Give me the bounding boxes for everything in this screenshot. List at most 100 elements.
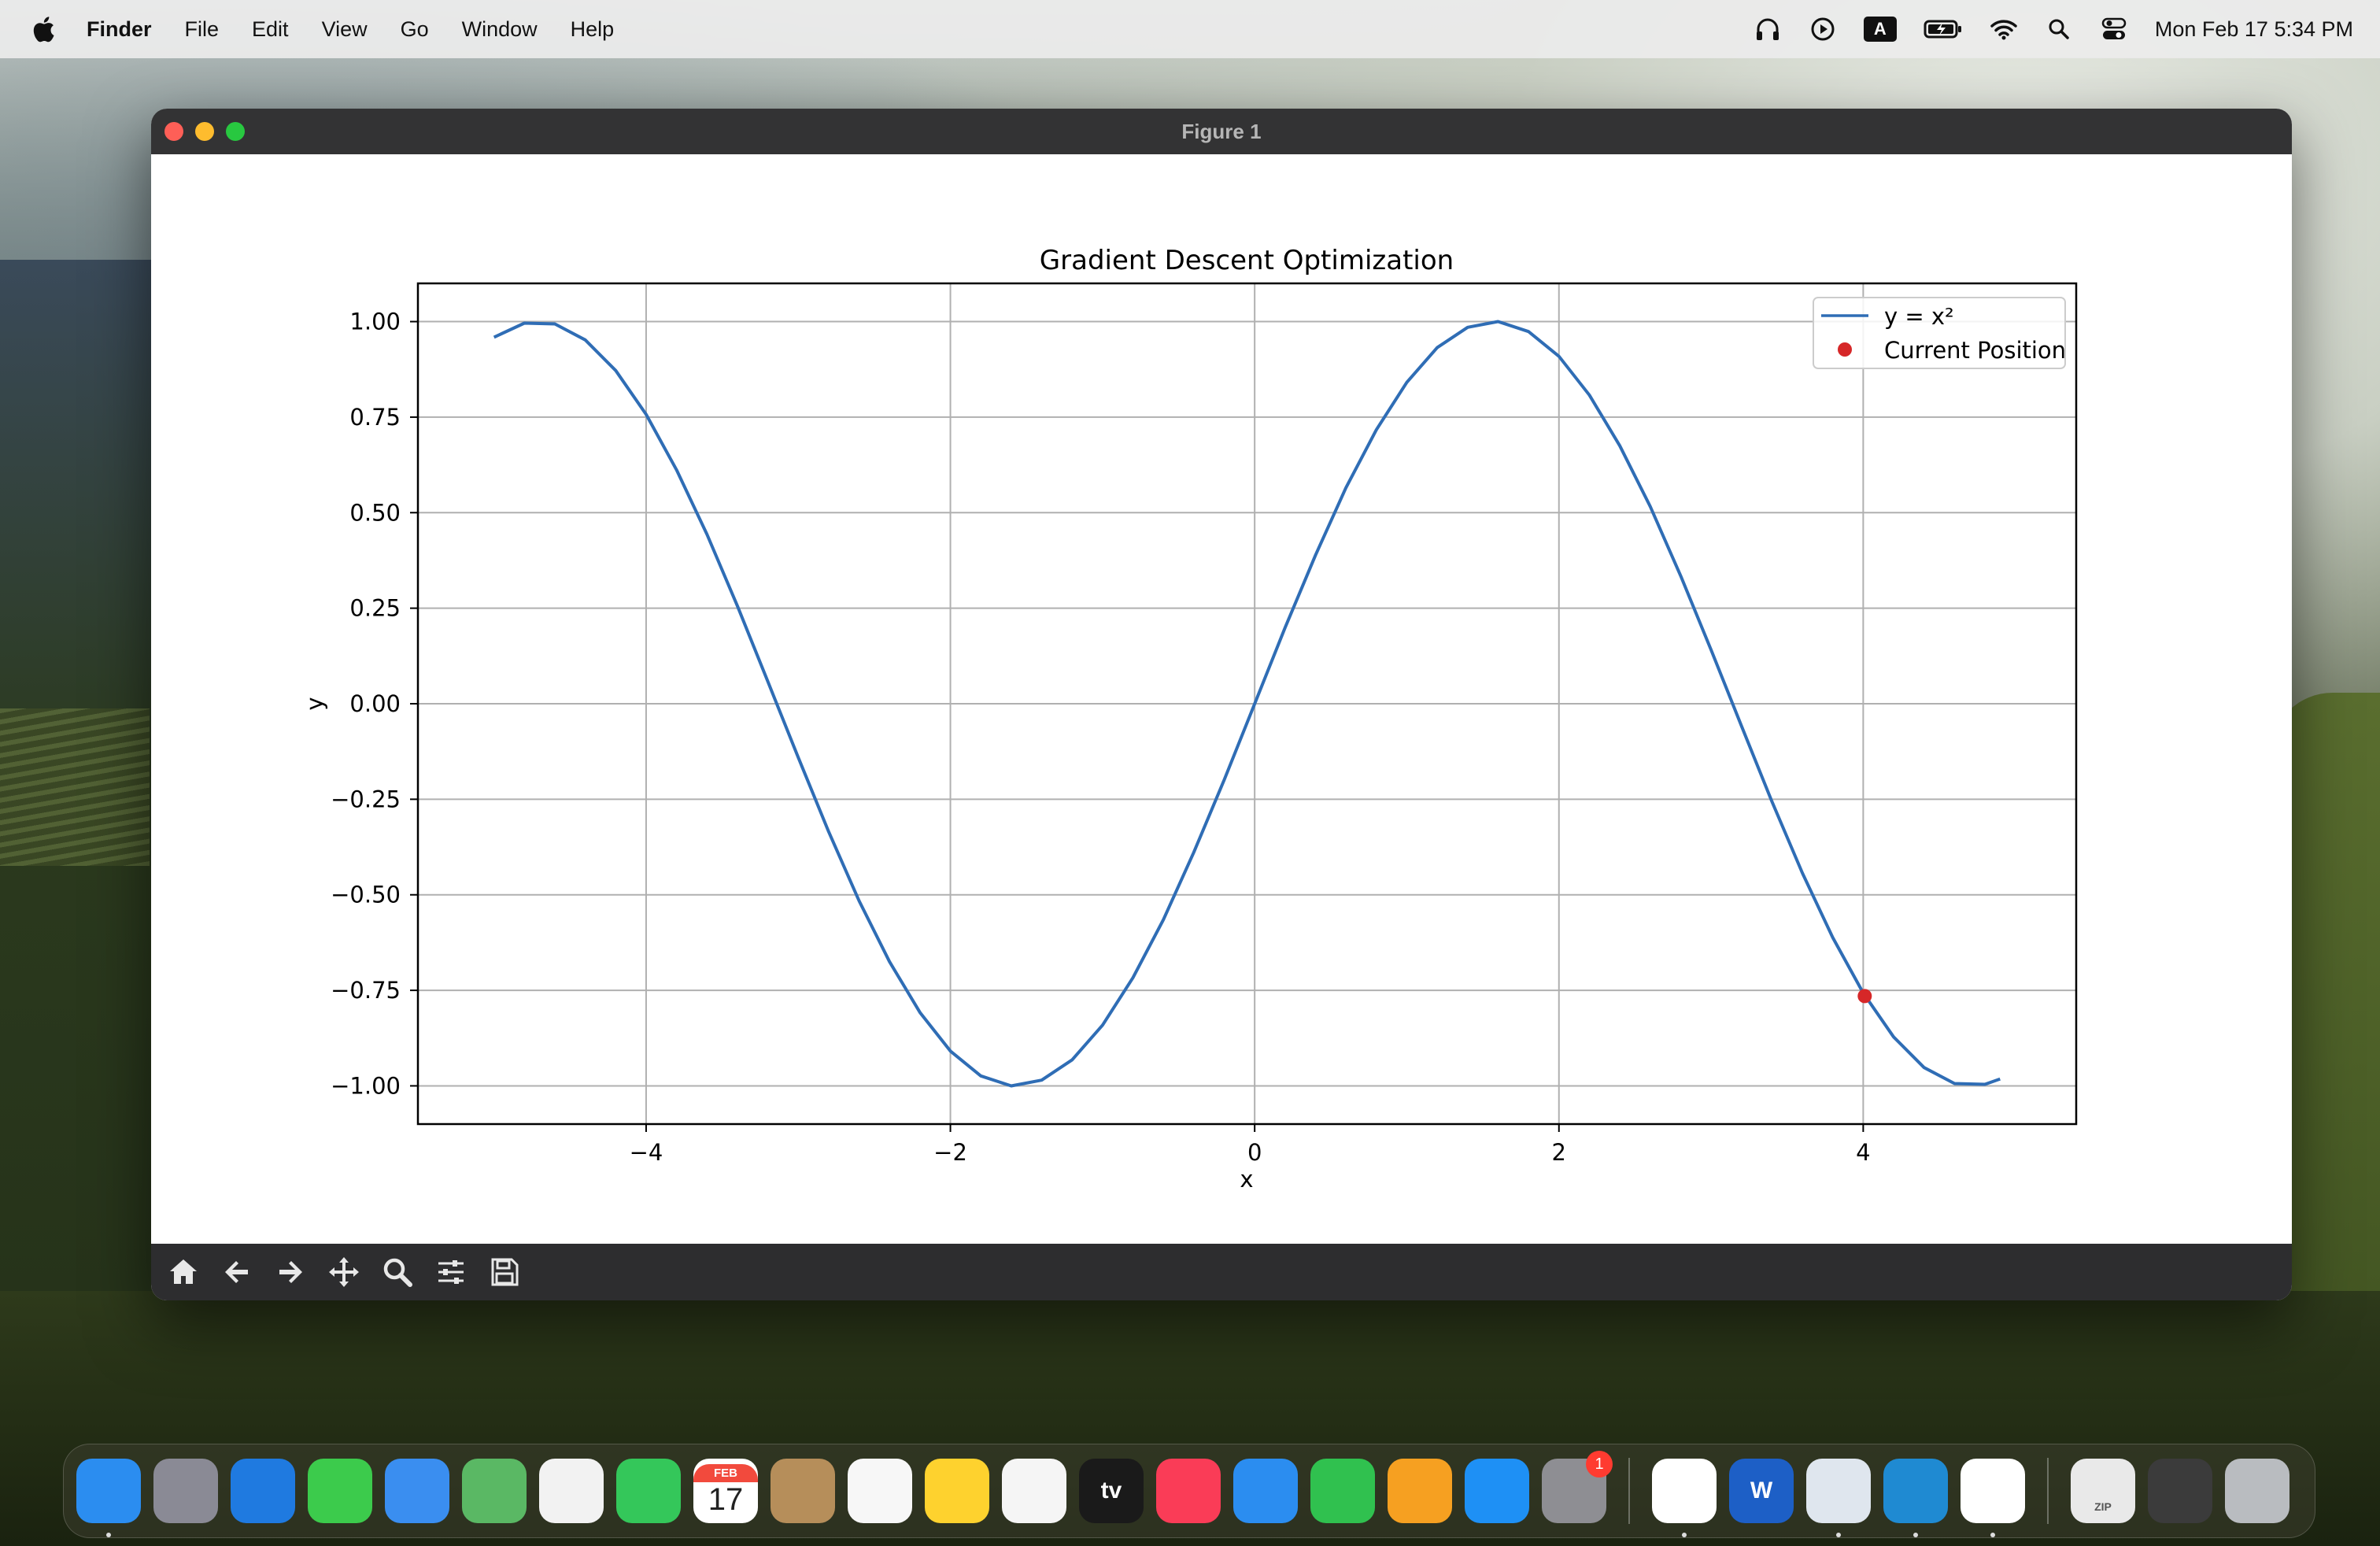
running-indicator <box>1836 1533 1841 1537</box>
menu-file[interactable]: File <box>185 17 220 42</box>
trash-icon[interactable] <box>2225 1459 2289 1523</box>
y-axis-label: y <box>301 697 328 710</box>
grid-lines <box>418 283 2076 1124</box>
dock-separator <box>2047 1458 2049 1524</box>
back-button[interactable] <box>211 1246 263 1298</box>
maps-icon[interactable] <box>462 1459 527 1523</box>
dock-separator <box>1628 1458 1630 1524</box>
notification-badge: 1 <box>1586 1451 1613 1478</box>
preview-icon[interactable] <box>1806 1459 1871 1537</box>
figure-canvas[interactable]: −4 −2 0 2 4 1.00 0.75 0.50 0.25 0.00 −0.25 −0.50 −0… <box>151 154 2292 1244</box>
y-tick-label: −0.75 <box>331 977 401 1004</box>
running-indicator <box>1990 1533 1995 1537</box>
dock-icon-label: tv <box>1100 1478 1122 1503</box>
system-settings-icon[interactable]: 1 <box>1542 1451 1613 1523</box>
contacts-icon[interactable] <box>771 1459 835 1523</box>
x-axis-ticks: −4 −2 0 2 4 <box>630 1124 1871 1166</box>
vscode-icon[interactable] <box>1883 1459 1948 1537</box>
now-playing-icon[interactable] <box>1809 15 1837 43</box>
menu-help[interactable]: Help <box>571 17 615 42</box>
current-position-point <box>1857 989 1872 1004</box>
background-vineyard <box>0 708 150 866</box>
finder-icon[interactable] <box>76 1459 141 1537</box>
menu-app-name[interactable]: Finder <box>87 17 152 42</box>
app-store-icon[interactable] <box>1465 1459 1529 1523</box>
menu-window[interactable]: Window <box>462 17 538 42</box>
mail-icon[interactable] <box>385 1459 449 1523</box>
numbers-icon[interactable] <box>1310 1459 1375 1523</box>
y-tick-label: 1.00 <box>349 309 401 335</box>
pages-icon[interactable] <box>1388 1459 1452 1523</box>
archive-icon[interactable]: ZIP <box>2071 1459 2135 1523</box>
calendar-month: FEB <box>693 1464 758 1482</box>
y-tick-label: −1.00 <box>331 1072 401 1099</box>
y-tick-label: 0.50 <box>349 499 401 526</box>
apple-menu-icon[interactable] <box>31 15 55 43</box>
screenshot-folder-icon[interactable] <box>2148 1459 2212 1523</box>
calendar-icon[interactable]: FEB 17 <box>693 1459 758 1523</box>
x-tick-label: −2 <box>933 1139 967 1166</box>
figure-window: Figure 1 −4 −2 0 2 4 1.00 0.75 0.50 0.25 0.00 −0.… <box>151 109 2292 1300</box>
launchpad-icon[interactable] <box>153 1459 218 1523</box>
headphones-icon[interactable] <box>1754 15 1782 43</box>
legend-label-position: Current Position <box>1884 337 2066 364</box>
menu-go[interactable]: Go <box>401 17 429 42</box>
menu-view[interactable]: View <box>322 17 368 42</box>
chart-legend: y = x² Current Position <box>1813 297 2066 369</box>
matplotlib-toolbar <box>151 1244 2292 1300</box>
zoom-icon <box>383 1258 412 1287</box>
messages-icon[interactable] <box>308 1459 372 1523</box>
reminders-icon[interactable] <box>848 1459 912 1523</box>
legend-label-curve: y = x² <box>1884 303 1954 330</box>
zoom-window-button[interactable] <box>226 122 245 141</box>
photos-icon[interactable] <box>539 1459 604 1523</box>
spotlight-search-icon[interactable] <box>2045 15 2073 43</box>
dock-icon-label: ZIP <box>2094 1500 2112 1513</box>
x-tick-label: −4 <box>630 1139 663 1166</box>
menu-bar: Finder File Edit View Go Window Help A M… <box>0 0 2380 58</box>
notes-icon[interactable] <box>925 1459 989 1523</box>
keynote-icon[interactable] <box>1233 1459 1298 1523</box>
x-tick-label: 2 <box>1552 1139 1566 1166</box>
control-center-icon[interactable] <box>2100 15 2128 43</box>
music-icon[interactable] <box>1156 1459 1221 1523</box>
running-indicator <box>1913 1533 1918 1537</box>
input-source-indicator[interactable]: A <box>1863 17 1897 42</box>
dock-icon-label: W <box>1750 1478 1773 1503</box>
status-area: A Mon Feb 17 5:34 PM <box>1754 0 2353 58</box>
save-button[interactable] <box>479 1246 530 1298</box>
wifi-icon[interactable] <box>1990 15 2018 43</box>
running-indicator <box>106 1533 111 1537</box>
word-icon[interactable]: W <box>1729 1459 1794 1523</box>
menu-edit[interactable]: Edit <box>252 17 289 42</box>
close-button[interactable] <box>164 122 183 141</box>
chrome-icon[interactable] <box>1652 1459 1717 1537</box>
configure-subplots-icon <box>438 1260 464 1284</box>
freeform-icon[interactable] <box>1002 1459 1066 1523</box>
pan-button[interactable] <box>318 1246 370 1298</box>
save-icon <box>491 1258 519 1286</box>
pan-icon <box>329 1257 359 1287</box>
facetime-icon[interactable] <box>616 1459 681 1523</box>
forward-arrow-icon <box>279 1261 302 1283</box>
y-tick-label: −0.25 <box>331 786 401 812</box>
safari-icon[interactable] <box>231 1459 295 1523</box>
zoom-button[interactable] <box>371 1246 423 1298</box>
home-icon <box>170 1259 197 1284</box>
chart-svg: −4 −2 0 2 4 1.00 0.75 0.50 0.25 0.00 −0.25 −0.50 −0… <box>301 245 2078 1193</box>
x-tick-label: 4 <box>1856 1139 1870 1166</box>
x-axis-label: x <box>1240 1166 1253 1193</box>
window-titlebar: Figure 1 <box>151 109 2292 154</box>
pinwheel-icon[interactable] <box>1961 1459 2025 1537</box>
chart-title: Gradient Descent Optimization <box>1040 245 1454 276</box>
minimize-button[interactable] <box>195 122 214 141</box>
tv-icon[interactable]: tv <box>1079 1459 1144 1523</box>
forward-button[interactable] <box>264 1246 316 1298</box>
menu-bar-clock[interactable]: Mon Feb 17 5:34 PM <box>2155 17 2353 42</box>
calendar-day: 17 <box>708 1482 744 1517</box>
y-tick-label: 0.75 <box>349 404 401 431</box>
configure-subplots-button[interactable] <box>425 1246 477 1298</box>
home-button[interactable] <box>157 1246 209 1298</box>
battery-icon[interactable] <box>1924 15 1963 43</box>
legend-dot-swatch <box>1838 342 1852 357</box>
